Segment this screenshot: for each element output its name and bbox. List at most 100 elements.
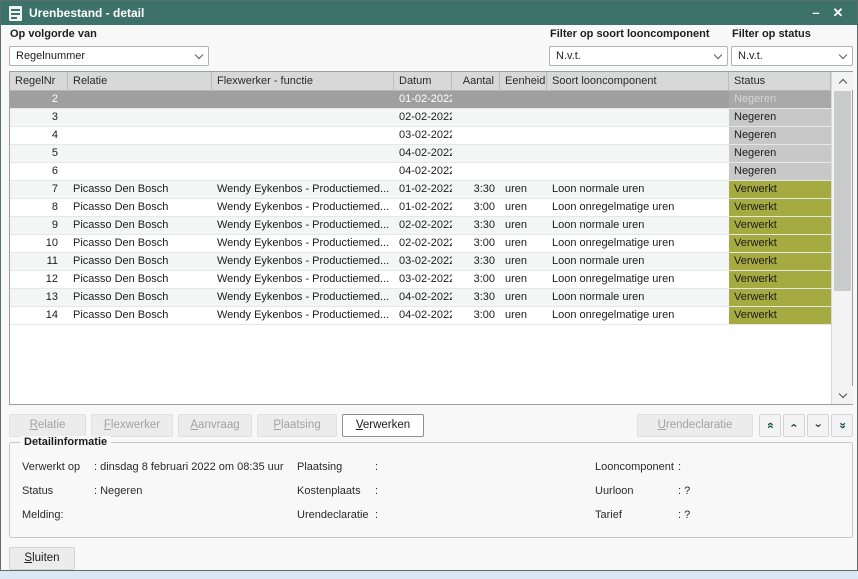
- close-button[interactable]: ✕: [827, 2, 849, 24]
- cell-nr: 4: [10, 127, 68, 144]
- column-header-flex[interactable]: Flexwerker - functie: [212, 72, 394, 90]
- cell-rel: Picasso Den Bosch: [68, 181, 212, 198]
- table-row[interactable]: 302-02-2022Negeren: [10, 109, 852, 127]
- table-row[interactable]: 14Picasso Den BoschWendy Eykenbos - Prod…: [10, 307, 852, 325]
- cell-dat: 04-02-2022: [394, 289, 452, 306]
- cell-dat: 01-02-2022: [394, 181, 452, 198]
- scroll-down-button[interactable]: ‹: [807, 414, 829, 437]
- detail-legend: Detailinformatie: [20, 436, 111, 448]
- column-header-aan[interactable]: Aantal: [452, 72, 500, 90]
- aanvraag-button[interactable]: Aanvraag: [178, 414, 252, 437]
- table-row[interactable]: 504-02-2022Negeren: [10, 145, 852, 163]
- filter-status-dropdown[interactable]: N.v.t.: [731, 46, 853, 66]
- cell-aan: [452, 145, 500, 162]
- scrollbar-down-button[interactable]: [832, 386, 853, 404]
- cell-een: uren: [500, 235, 547, 252]
- table-row[interactable]: 403-02-2022Negeren: [10, 127, 852, 145]
- status-label: Status: [22, 485, 53, 497]
- cell-aan: 3:00: [452, 235, 500, 252]
- cell-een: uren: [500, 199, 547, 216]
- column-header-soort[interactable]: Soort looncomponent: [547, 72, 729, 90]
- scroll-bottom-button[interactable]: «: [831, 414, 853, 437]
- sluiten-button[interactable]: Sluiten: [9, 547, 75, 570]
- scroll-top-button[interactable]: «: [759, 414, 781, 437]
- table-row[interactable]: 13Picasso Den BoschWendy Eykenbos - Prod…: [10, 289, 852, 307]
- uurloon-label: Uurloon: [595, 485, 634, 497]
- cell-nr: 10: [10, 235, 68, 252]
- kostenplaats-label: Kostenplaats: [297, 485, 361, 497]
- column-header-een[interactable]: Eenheid: [500, 72, 547, 90]
- cell-een: [500, 163, 547, 180]
- table-row[interactable]: 12Picasso Den BoschWendy Eykenbos - Prod…: [10, 271, 852, 289]
- double-chevron-up-icon: «: [760, 422, 781, 429]
- cell-flex: Wendy Eykenbos - Productiemed...: [212, 199, 394, 216]
- cell-nr: 12: [10, 271, 68, 288]
- column-header-status[interactable]: Status: [729, 72, 831, 90]
- minimize-button[interactable]: –: [805, 2, 827, 24]
- cell-soort: Loon normale uren: [547, 289, 729, 306]
- cell-nr: 7: [10, 181, 68, 198]
- table-row[interactable]: 604-02-2022Negeren: [10, 163, 852, 181]
- cell-dat: 04-02-2022: [394, 163, 452, 180]
- status-value: : Negeren: [94, 485, 142, 497]
- chevron-down-icon: [839, 50, 847, 58]
- looncomponent-value: :: [678, 461, 681, 473]
- cell-aan: 3:00: [452, 271, 500, 288]
- table-row[interactable]: 10Picasso Den BoschWendy Eykenbos - Prod…: [10, 235, 852, 253]
- verwerken-button[interactable]: Verwerken: [342, 414, 424, 437]
- cell-dat: 04-02-2022: [394, 145, 452, 162]
- cell-soort: [547, 109, 729, 126]
- relatie-button[interactable]: Relatie: [9, 414, 86, 437]
- column-header-rel[interactable]: Relatie: [68, 72, 212, 90]
- cell-dat: 04-02-2022: [394, 307, 452, 324]
- cell-een: [500, 91, 547, 108]
- column-header-nr[interactable]: RegelNr: [10, 72, 68, 90]
- vertical-scrollbar[interactable]: [831, 72, 852, 404]
- table-row[interactable]: 201-02-2022Negeren: [10, 91, 852, 109]
- chevron-up-icon: ‹: [784, 424, 805, 428]
- tarief-value: : ?: [678, 509, 690, 521]
- cell-rel: Picasso Den Bosch: [68, 235, 212, 252]
- table-row[interactable]: 8Picasso Den BoschWendy Eykenbos - Produ…: [10, 199, 852, 217]
- table-row[interactable]: 9Picasso Den BoschWendy Eykenbos - Produ…: [10, 217, 852, 235]
- cell-dat: 03-02-2022: [394, 271, 452, 288]
- cell-soort: Loon onregelmatige uren: [547, 271, 729, 288]
- title-bar: Urenbestand - detail – ✕: [1, 1, 857, 25]
- column-header-dat[interactable]: Datum: [394, 72, 452, 90]
- scrollbar-thumb[interactable]: [834, 91, 851, 291]
- cell-dat: 01-02-2022: [394, 91, 452, 108]
- cell-rel: [68, 163, 212, 180]
- table-row[interactable]: 7Picasso Den BoschWendy Eykenbos - Produ…: [10, 181, 852, 199]
- cell-rel: Picasso Den Bosch: [68, 289, 212, 306]
- filter-component-label: Filter op soort looncomponent: [550, 28, 710, 40]
- filter-component-dropdown[interactable]: N.v.t.: [549, 46, 728, 66]
- cell-aan: 3:30: [452, 217, 500, 234]
- cell-rel: Picasso Den Bosch: [68, 217, 212, 234]
- chevron-down-icon: [195, 50, 203, 58]
- cell-rel: [68, 91, 212, 108]
- cell-een: uren: [500, 289, 547, 306]
- cell-nr: 9: [10, 217, 68, 234]
- cell-status: Verwerkt: [729, 289, 831, 306]
- cell-flex: [212, 109, 394, 126]
- cell-flex: Wendy Eykenbos - Productiemed...: [212, 253, 394, 270]
- cell-nr: 8: [10, 199, 68, 216]
- cell-flex: Wendy Eykenbos - Productiemed...: [212, 271, 394, 288]
- sort-dropdown[interactable]: Regelnummer: [9, 46, 209, 66]
- flexwerker-button[interactable]: Flexwerker: [91, 414, 173, 437]
- plaatsing-button[interactable]: Plaatsing: [257, 414, 337, 437]
- cell-status: Verwerkt: [729, 199, 831, 216]
- cell-dat: 02-02-2022: [394, 217, 452, 234]
- scroll-up-button[interactable]: ‹: [783, 414, 805, 437]
- cell-nr: 5: [10, 145, 68, 162]
- scrollbar-up-button[interactable]: [832, 72, 853, 90]
- plaatsing-label: Plaatsing: [297, 461, 342, 473]
- verwerkt-op-value: : dinsdag 8 februari 2022 om 08:35 uur: [94, 461, 284, 473]
- detail-fieldset: Detailinformatie Verwerkt op : dinsdag 8…: [9, 442, 853, 538]
- double-chevron-down-icon: «: [832, 422, 853, 429]
- cell-een: uren: [500, 253, 547, 270]
- cell-soort: Loon onregelmatige uren: [547, 199, 729, 216]
- hours-table: RegelNrRelatieFlexwerker - functieDatumA…: [9, 71, 853, 405]
- urendeclaratie-button[interactable]: Urendeclaratie: [637, 414, 753, 437]
- table-row[interactable]: 11Picasso Den BoschWendy Eykenbos - Prod…: [10, 253, 852, 271]
